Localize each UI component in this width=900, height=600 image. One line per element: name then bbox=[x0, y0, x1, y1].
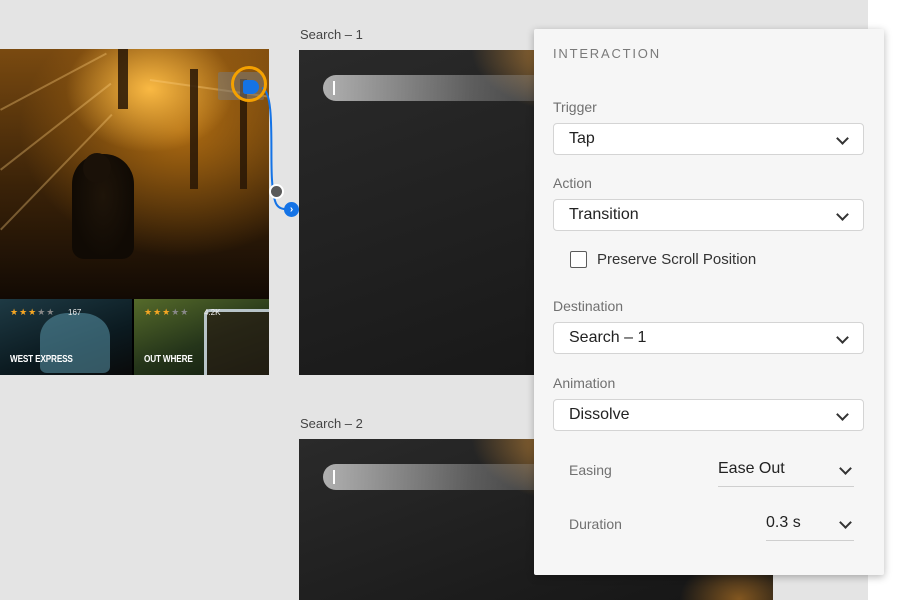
thumbnail-title: OUT WHERE bbox=[144, 354, 193, 365]
duration-stepper[interactable]: 0.3 s bbox=[766, 512, 854, 541]
prototype-wire bbox=[261, 87, 291, 211]
rating-stars-icon: ★★★★★ bbox=[144, 307, 190, 317]
action-label: Action bbox=[553, 175, 592, 191]
interaction-panel: INTERACTION Trigger Tap Action Transitio… bbox=[534, 29, 884, 575]
duration-value: 0.3 s bbox=[766, 514, 801, 531]
action-dropdown[interactable]: Transition bbox=[553, 199, 864, 231]
panel-title: INTERACTION bbox=[553, 46, 661, 61]
destination-value: Search – 1 bbox=[569, 329, 647, 346]
thumbnail-title: WEST EXPRESS bbox=[10, 354, 73, 365]
animation-label: Animation bbox=[553, 375, 616, 391]
destination-dropdown[interactable]: Search – 1 bbox=[553, 322, 864, 354]
thumbnail-row: ★★★★★ 167 WEST EXPRESS ★★★★★ 4.2K OUT WH… bbox=[0, 299, 269, 375]
easing-dropdown[interactable]: Ease Out bbox=[718, 458, 854, 487]
chevron-down-icon bbox=[839, 516, 852, 529]
action-value: Transition bbox=[569, 206, 639, 223]
wire-arrow-icon[interactable]: › bbox=[284, 202, 299, 217]
easing-label: Easing bbox=[569, 462, 612, 478]
chevron-down-icon bbox=[836, 331, 849, 344]
trigger-dropdown[interactable]: Tap bbox=[553, 123, 864, 155]
thumbnail-card[interactable]: ★★★★★ 167 WEST EXPRESS bbox=[0, 299, 132, 375]
thumbnail-card[interactable]: ★★★★★ 4.2K OUT WHERE bbox=[134, 299, 269, 375]
destination-label: Destination bbox=[553, 298, 624, 314]
thumbnail-count: 4.2K bbox=[204, 308, 221, 317]
rating-stars-icon: ★★★★★ bbox=[10, 307, 56, 317]
animation-value: Dissolve bbox=[569, 406, 630, 423]
link-node-icon[interactable] bbox=[269, 184, 284, 199]
chevron-down-icon bbox=[836, 132, 849, 145]
artboard-label[interactable]: Search – 1 bbox=[300, 27, 363, 42]
thumbnail-count: 167 bbox=[68, 308, 82, 317]
duration-label: Duration bbox=[569, 516, 622, 532]
artboard-label[interactable]: Search – 2 bbox=[300, 416, 363, 431]
chevron-down-icon bbox=[839, 462, 852, 475]
trigger-value: Tap bbox=[569, 130, 595, 147]
trigger-label: Trigger bbox=[553, 99, 597, 115]
wire-handle-icon[interactable] bbox=[243, 80, 259, 94]
chevron-down-icon bbox=[836, 408, 849, 421]
preserve-scroll-label[interactable]: Preserve Scroll Position bbox=[597, 251, 756, 268]
chevron-down-icon bbox=[836, 208, 849, 221]
animation-dropdown[interactable]: Dissolve bbox=[553, 399, 864, 431]
preserve-scroll-checkbox[interactable] bbox=[570, 251, 587, 268]
easing-value: Ease Out bbox=[718, 460, 785, 477]
